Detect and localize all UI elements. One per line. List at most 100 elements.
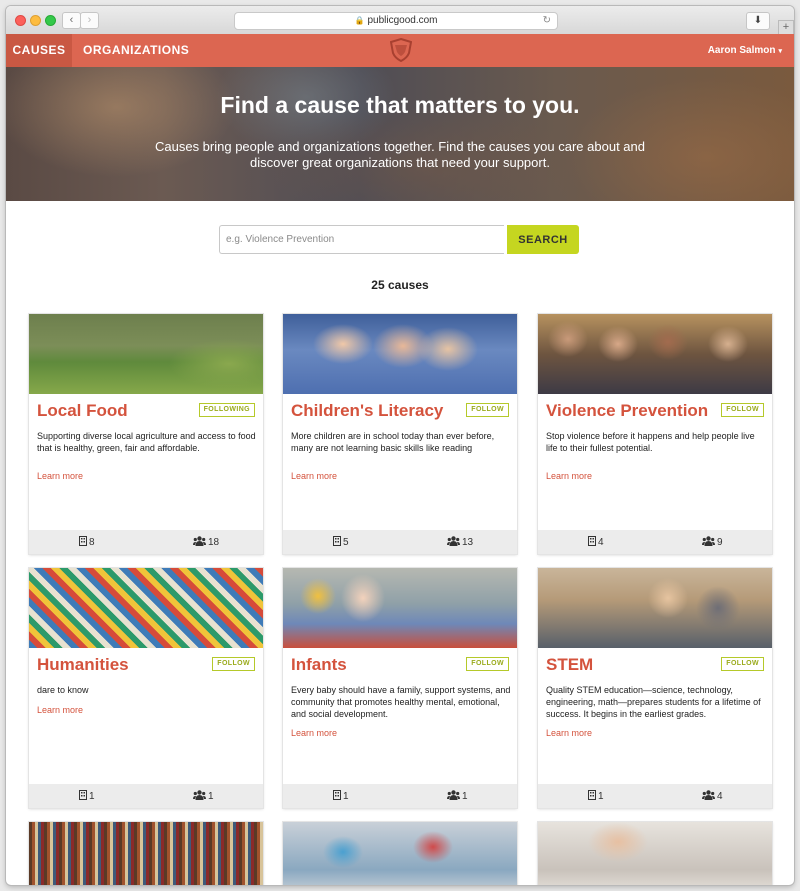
card-stats: 5 13	[283, 530, 517, 554]
forward-button[interactable]: ›	[80, 12, 99, 29]
card-stats: 1 1	[283, 784, 517, 808]
nav-tab-organizations[interactable]: ORGANIZATIONS	[83, 34, 189, 67]
browser-toolbar: ‹ › 🔒 publicgood.com ↻ ⬇ +	[6, 6, 794, 36]
cause-title[interactable]: Infants	[291, 655, 347, 675]
cause-description: Every baby should have a family, support…	[291, 685, 511, 719]
cause-card[interactable]: Humanities FOLLOW dare to know Learn mor…	[29, 568, 263, 808]
organizations-value: 1	[343, 791, 349, 802]
cause-image[interactable]	[29, 314, 263, 394]
follow-button[interactable]: FOLLOW	[721, 657, 764, 671]
search-input[interactable]	[219, 225, 504, 254]
cause-card[interactable]: Children's Literacy FOLLOW More children…	[283, 314, 517, 554]
address-bar[interactable]: 🔒 publicgood.com ↻	[234, 12, 558, 30]
people-icon	[702, 536, 715, 546]
organizations-value: 4	[598, 537, 604, 548]
close-window-button[interactable]	[15, 15, 26, 26]
followers-value: 9	[717, 537, 723, 548]
learn-more-link[interactable]: Learn more	[546, 728, 592, 738]
learn-more-link[interactable]: Learn more	[37, 705, 83, 715]
cause-card[interactable]: Violence Prevention FOLLOW Stop violence…	[538, 314, 772, 554]
lock-icon: 🔒	[354, 16, 365, 25]
cause-card[interactable]	[283, 822, 517, 885]
cause-card[interactable]: Local Food FOLLOWING Supporting diverse …	[29, 314, 263, 554]
followers-count: 9	[702, 536, 723, 548]
follow-button[interactable]: FOLLOW	[721, 403, 764, 417]
cause-image[interactable]	[283, 568, 517, 648]
browser-window: ‹ › 🔒 publicgood.com ↻ ⬇ + CAUSES ORGANIZ…	[6, 6, 794, 885]
plus-icon: +	[782, 21, 790, 33]
follow-button[interactable]: FOLLOW	[466, 657, 509, 671]
learn-more-link[interactable]: Learn more	[291, 471, 337, 481]
learn-more-link[interactable]: Learn more	[291, 728, 337, 738]
chevron-left-icon: ‹	[69, 14, 74, 26]
followers-count: 18	[193, 536, 219, 548]
cause-image[interactable]	[29, 822, 263, 885]
followers-value: 13	[462, 537, 474, 548]
cause-card[interactable]	[29, 822, 263, 885]
organizations-value: 5	[343, 537, 349, 548]
cause-description: dare to know	[37, 685, 89, 695]
search-bar: SEARCH	[219, 225, 579, 254]
followers-count: 13	[447, 536, 473, 548]
cause-image[interactable]	[538, 822, 772, 885]
reload-icon[interactable]: ↻	[543, 13, 551, 29]
people-icon	[447, 536, 460, 546]
download-icon: ⬇	[753, 15, 763, 26]
card-stats: 1 4	[538, 784, 772, 808]
organizations-count: 5	[333, 536, 349, 548]
cause-description: More children are in school today than e…	[291, 431, 495, 453]
followers-count: 1	[447, 790, 468, 802]
zoom-window-button[interactable]	[45, 15, 56, 26]
following-button[interactable]: FOLLOWING	[198, 403, 255, 417]
url-text: publicgood.com	[367, 15, 438, 26]
caret-down-icon: ▾	[778, 48, 782, 55]
cause-title[interactable]: Violence Prevention	[546, 401, 708, 421]
cause-image[interactable]	[538, 568, 772, 648]
organizations-value: 1	[598, 791, 604, 802]
cause-card[interactable]: Infants FOLLOW Every baby should have a …	[283, 568, 517, 808]
cause-image[interactable]	[538, 314, 772, 394]
building-icon	[79, 536, 87, 546]
follow-button[interactable]: FOLLOW	[212, 657, 255, 671]
card-stats: 4 9	[538, 530, 772, 554]
results-count: 25 causes	[371, 278, 429, 292]
learn-more-link[interactable]: Learn more	[546, 471, 592, 481]
card-stats: 8 18	[29, 530, 263, 554]
shield-logo-icon[interactable]	[390, 38, 412, 62]
cause-title[interactable]: Humanities	[37, 655, 129, 675]
learn-more-link[interactable]: Learn more	[37, 471, 83, 481]
cause-title[interactable]: Local Food	[37, 401, 128, 421]
cause-image[interactable]	[283, 822, 517, 885]
hero-title: Find a cause that matters to you.	[220, 92, 580, 118]
search-button[interactable]: SEARCH	[507, 225, 579, 254]
building-icon	[588, 536, 596, 546]
followers-value: 4	[717, 791, 723, 802]
cause-title[interactable]: STEM	[546, 655, 593, 675]
user-menu[interactable]: Aaron Salmon ▾	[708, 34, 782, 67]
cause-title[interactable]: Children's Literacy	[291, 401, 443, 421]
organizations-count: 4	[588, 536, 604, 548]
organizations-count: 1	[588, 790, 604, 802]
minimize-window-button[interactable]	[30, 15, 41, 26]
site-navbar: CAUSES ORGANIZATIONS Aaron Salmon ▾	[6, 34, 794, 67]
follow-button[interactable]: FOLLOW	[466, 403, 509, 417]
back-button[interactable]: ‹	[62, 12, 81, 29]
organizations-value: 8	[89, 537, 95, 548]
cause-image[interactable]	[29, 568, 263, 648]
cause-card[interactable]	[538, 822, 772, 885]
cause-image[interactable]	[283, 314, 517, 394]
nav-tab-causes[interactable]: CAUSES	[6, 34, 72, 67]
people-icon	[193, 536, 206, 546]
downloads-button[interactable]: ⬇	[746, 12, 770, 30]
hero-subtitle: Causes bring people and organizations to…	[154, 139, 645, 170]
cause-description: Stop violence before it happens and help…	[546, 431, 755, 453]
people-icon	[193, 790, 206, 800]
card-stats: 1 1	[29, 784, 263, 808]
building-icon	[333, 536, 341, 546]
hero-banner: Find a cause that matters to you. Causes…	[6, 67, 794, 201]
followers-value: 18	[208, 537, 220, 548]
cause-card[interactable]: STEM FOLLOW Quality STEM education—scien…	[538, 568, 772, 808]
building-icon	[79, 790, 87, 800]
building-icon	[588, 790, 596, 800]
followers-value: 1	[208, 791, 214, 802]
